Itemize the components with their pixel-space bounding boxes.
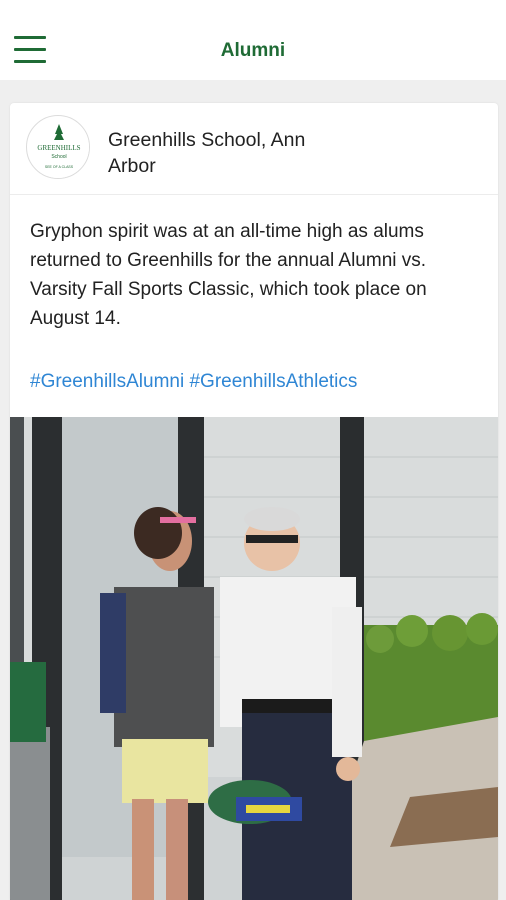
post-text: Gryphon spirit was at an all-time high a…: [30, 221, 427, 329]
author-name[interactable]: Greenhills School, Ann Arbor: [108, 127, 348, 179]
school-logo[interactable]: GREENHILLS School SEE OF A CLASS: [26, 115, 90, 179]
app-header: Alumni: [0, 0, 506, 80]
svg-text:School: School: [51, 154, 66, 160]
post-photo[interactable]: [10, 417, 498, 900]
page-title: Alumni: [220, 40, 286, 61]
svg-text:SEE OF A CLASS: SEE OF A CLASS: [45, 165, 74, 169]
post-body: Gryphon spirit was at an all-time high a…: [10, 195, 498, 395]
post-header: GREENHILLS School SEE OF A CLASS Greenhi…: [10, 103, 498, 195]
hashtag-link[interactable]: #GreenhillsAthletics: [189, 371, 357, 392]
hashtag-link[interactable]: #GreenhillsAlumni: [30, 371, 184, 392]
post-card: GREENHILLS School SEE OF A CLASS Greenhi…: [10, 103, 498, 900]
hashtag-list: #GreenhillsAlumni #GreenhillsAthletics: [30, 369, 478, 395]
svg-text:GREENHILLS: GREENHILLS: [37, 144, 80, 152]
